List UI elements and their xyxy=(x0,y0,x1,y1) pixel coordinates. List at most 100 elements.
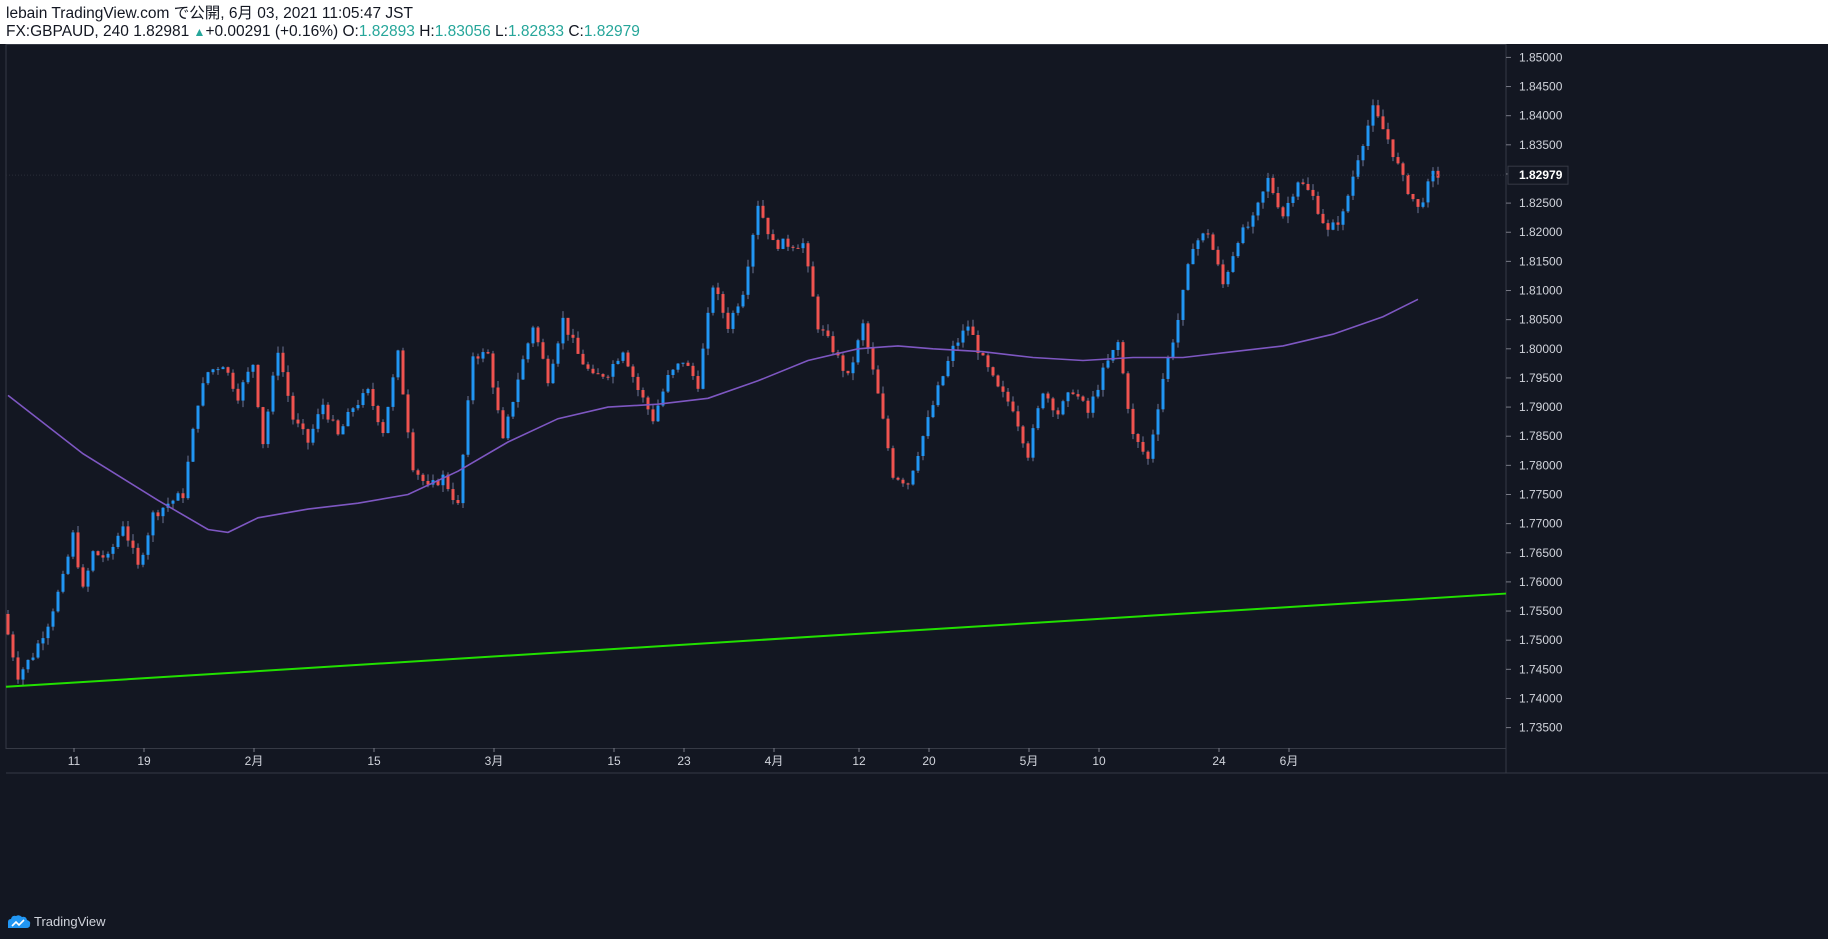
candle-down xyxy=(281,352,285,373)
candle-up xyxy=(1201,233,1205,241)
candle-up xyxy=(956,342,960,346)
candle-up xyxy=(396,350,400,378)
candle-down xyxy=(1326,223,1330,230)
candle-up xyxy=(36,643,40,658)
candle-down xyxy=(126,526,130,541)
candle-up xyxy=(1036,408,1040,429)
candle-down xyxy=(541,342,545,359)
candle-up xyxy=(1231,256,1235,272)
chart-area[interactable]: 1.73500 1.74000 1.74500 1.75000 1.75500 1.760… xyxy=(0,44,1828,905)
candle-down xyxy=(331,419,335,421)
y-tick-label: 1.78000 xyxy=(1519,458,1563,472)
candle-up xyxy=(1256,202,1260,216)
candle-up xyxy=(911,470,915,485)
candle-up xyxy=(681,362,685,364)
last-price-label: 1.82979 xyxy=(1519,168,1563,182)
candle-up xyxy=(961,330,965,343)
candle-down xyxy=(891,448,895,478)
candle-up xyxy=(1186,264,1190,290)
candle-down xyxy=(581,353,585,365)
candle-up xyxy=(1421,202,1425,207)
candle-down xyxy=(1221,264,1225,285)
candle-down xyxy=(1001,386,1005,392)
candle-up xyxy=(731,312,735,329)
low-label: L: xyxy=(495,23,508,40)
candle-up xyxy=(351,408,355,412)
candle-down xyxy=(81,567,85,587)
candle-up xyxy=(516,379,520,402)
candle-up xyxy=(266,411,270,445)
candle-down xyxy=(1391,139,1395,158)
candle-up xyxy=(316,414,320,429)
y-tick-label: 1.81500 xyxy=(1519,254,1563,268)
candle-up xyxy=(1196,240,1200,249)
candle-down xyxy=(411,432,415,471)
open-value: 1.82893 xyxy=(358,23,415,40)
candle-down xyxy=(1381,116,1385,130)
candle-down xyxy=(1131,408,1135,435)
candle-down xyxy=(586,364,590,369)
candle-down xyxy=(906,483,910,485)
candle-up xyxy=(1236,243,1240,257)
candle-down xyxy=(1206,233,1210,235)
candle-up xyxy=(1296,182,1300,197)
candle-down xyxy=(641,390,645,398)
candle-down xyxy=(456,500,460,504)
candle-up xyxy=(46,626,50,639)
candle-down xyxy=(296,419,300,424)
candle-up xyxy=(511,401,515,417)
candle-up xyxy=(1156,409,1160,435)
candle-down xyxy=(571,334,575,338)
close-label: C: xyxy=(568,23,584,40)
y-tick-label: 1.84000 xyxy=(1519,109,1563,123)
candle-down xyxy=(131,540,135,548)
candle-down xyxy=(1216,249,1220,265)
candle-up xyxy=(746,266,750,295)
candle-up xyxy=(1031,428,1035,458)
candle-down xyxy=(696,376,700,389)
candle-down xyxy=(721,294,725,313)
candle-down xyxy=(631,366,635,377)
candle-up xyxy=(1166,357,1170,379)
candle-up xyxy=(856,340,860,363)
candle-up xyxy=(121,526,125,536)
candle-up xyxy=(1176,319,1180,343)
candle-down xyxy=(986,355,990,368)
y-tick-label: 1.80500 xyxy=(1519,313,1563,327)
candle-up xyxy=(1116,342,1120,351)
candle-down xyxy=(421,474,425,481)
candle-down xyxy=(226,367,230,373)
candle-up xyxy=(936,385,940,406)
candlestick-chart[interactable]: 1.73500 1.74000 1.74500 1.75000 1.75500 1.760… xyxy=(0,44,1828,905)
candle-up xyxy=(611,363,615,377)
publish-info: lebain TradingView.com で公開, 6月 03, 2021 … xyxy=(6,5,413,22)
candle-down xyxy=(601,374,605,377)
tradingview-logo-icon[interactable] xyxy=(6,913,32,931)
candle-up xyxy=(26,659,30,670)
candle-up xyxy=(471,356,475,401)
y-tick-label: 1.77500 xyxy=(1519,487,1563,501)
candle-down xyxy=(786,238,790,247)
candle-up xyxy=(141,554,145,565)
candle-up xyxy=(531,327,535,344)
candle-up xyxy=(341,426,345,435)
candle-down xyxy=(1376,105,1380,117)
candle-up xyxy=(86,570,90,587)
candle-up xyxy=(191,428,195,462)
candle-up xyxy=(801,243,805,249)
candle-up xyxy=(41,638,45,644)
candle-down xyxy=(826,330,830,337)
candle-down xyxy=(596,373,600,375)
candle-up xyxy=(1191,248,1195,265)
y-tick-label: 1.78500 xyxy=(1519,429,1563,443)
candle-up xyxy=(1101,367,1105,390)
candle-down xyxy=(6,613,10,635)
candle-down xyxy=(501,410,505,439)
tradingview-brand[interactable]: TradingView xyxy=(34,914,106,929)
candle-up xyxy=(931,405,935,418)
candle-up xyxy=(466,400,470,455)
chart-header: lebain TradingView.com で公開, 6月 03, 2021 … xyxy=(0,0,1828,44)
candle-down xyxy=(381,422,385,433)
candle-down xyxy=(1056,410,1060,415)
candle-down xyxy=(1081,396,1085,401)
